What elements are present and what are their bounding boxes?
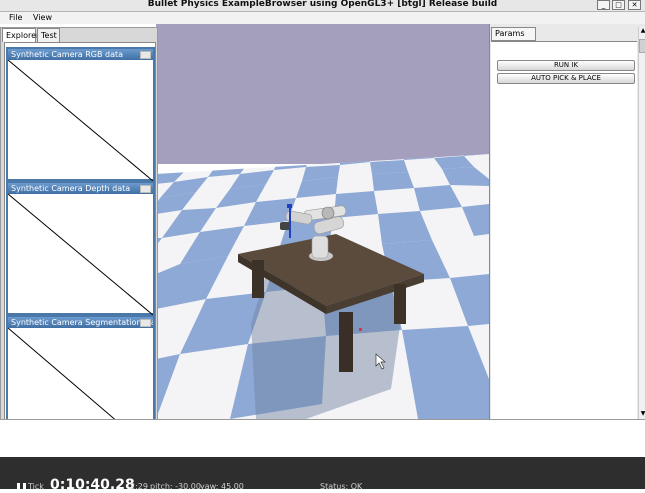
rgb-data-image — [7, 59, 154, 182]
scroll-up-icon[interactable]: ▲ — [639, 27, 645, 35]
params-panel: Params RUN IK AUTO PICK & PLACE ▲ ▼ — [489, 24, 645, 420]
run-ik-button[interactable]: RUN IK — [497, 60, 635, 71]
tab-test[interactable]: Test — [37, 28, 60, 42]
status-tick: Tick — [28, 482, 44, 491]
status-pitch: pitch: -30.00 — [150, 482, 201, 491]
close-icon[interactable]: ✕ — [628, 0, 641, 10]
tab-explorer[interactable]: Explorer — [2, 28, 39, 42]
pause-icon-bar — [23, 483, 26, 490]
status-fps: 2:29 — [130, 482, 148, 491]
console-output — [0, 420, 645, 457]
status-bar: Tick 0:10:40.28 2:29 pitch: -30.00 yaw: … — [0, 457, 645, 493]
depth-data-window-title: Synthetic Camera Depth data — [8, 183, 153, 194]
depth-window-close-icon[interactable] — [140, 185, 151, 193]
depth-data-window[interactable]: Synthetic Camera Depth data — [6, 181, 155, 316]
target-marker — [359, 328, 362, 331]
status-message: Status: OK — [320, 482, 363, 491]
menu-file[interactable]: File — [9, 13, 22, 22]
rgb-data-window-title: Synthetic Camera RGB data — [8, 49, 153, 60]
rgb-data-window[interactable]: Synthetic Camera RGB data — [6, 47, 155, 182]
sky-background — [156, 24, 489, 164]
rgb-window-close-icon[interactable] — [140, 51, 151, 59]
menu-view[interactable]: View — [33, 13, 52, 22]
tab-params[interactable]: Params — [491, 27, 536, 41]
simulation-time: 0:10:40.28 — [50, 477, 135, 493]
params-area: RUN IK AUTO PICK & PLACE — [491, 41, 637, 420]
minimize-icon[interactable]: _ — [597, 0, 610, 10]
params-scrollbar[interactable]: ▲ ▼ — [638, 27, 645, 419]
pause-icon[interactable] — [17, 483, 20, 490]
bottom-area: Tick 0:10:40.28 2:29 pitch: -30.00 yaw: … — [0, 419, 645, 493]
menu-bar: File View — [0, 12, 645, 24]
3d-viewport[interactable] — [156, 24, 489, 419]
title-bar: Bullet Physics ExampleBrowser using Open… — [0, 0, 645, 12]
depth-data-image — [7, 193, 154, 316]
scroll-down-icon[interactable]: ▼ — [639, 410, 645, 418]
window-title: Bullet Physics ExampleBrowser using Open… — [147, 0, 498, 9]
maximize-icon[interactable]: □ — [612, 0, 625, 10]
status-yaw: yaw: 45.00 — [200, 482, 244, 491]
auto-pick-place-button[interactable]: AUTO PICK & PLACE — [497, 73, 635, 84]
segmentation-window-close-icon[interactable] — [140, 319, 151, 327]
scene-render — [156, 24, 489, 419]
scroll-thumb[interactable] — [639, 39, 645, 53]
segmentation-mask-window-title: Synthetic Camera Segmentation Mask — [8, 317, 153, 328]
